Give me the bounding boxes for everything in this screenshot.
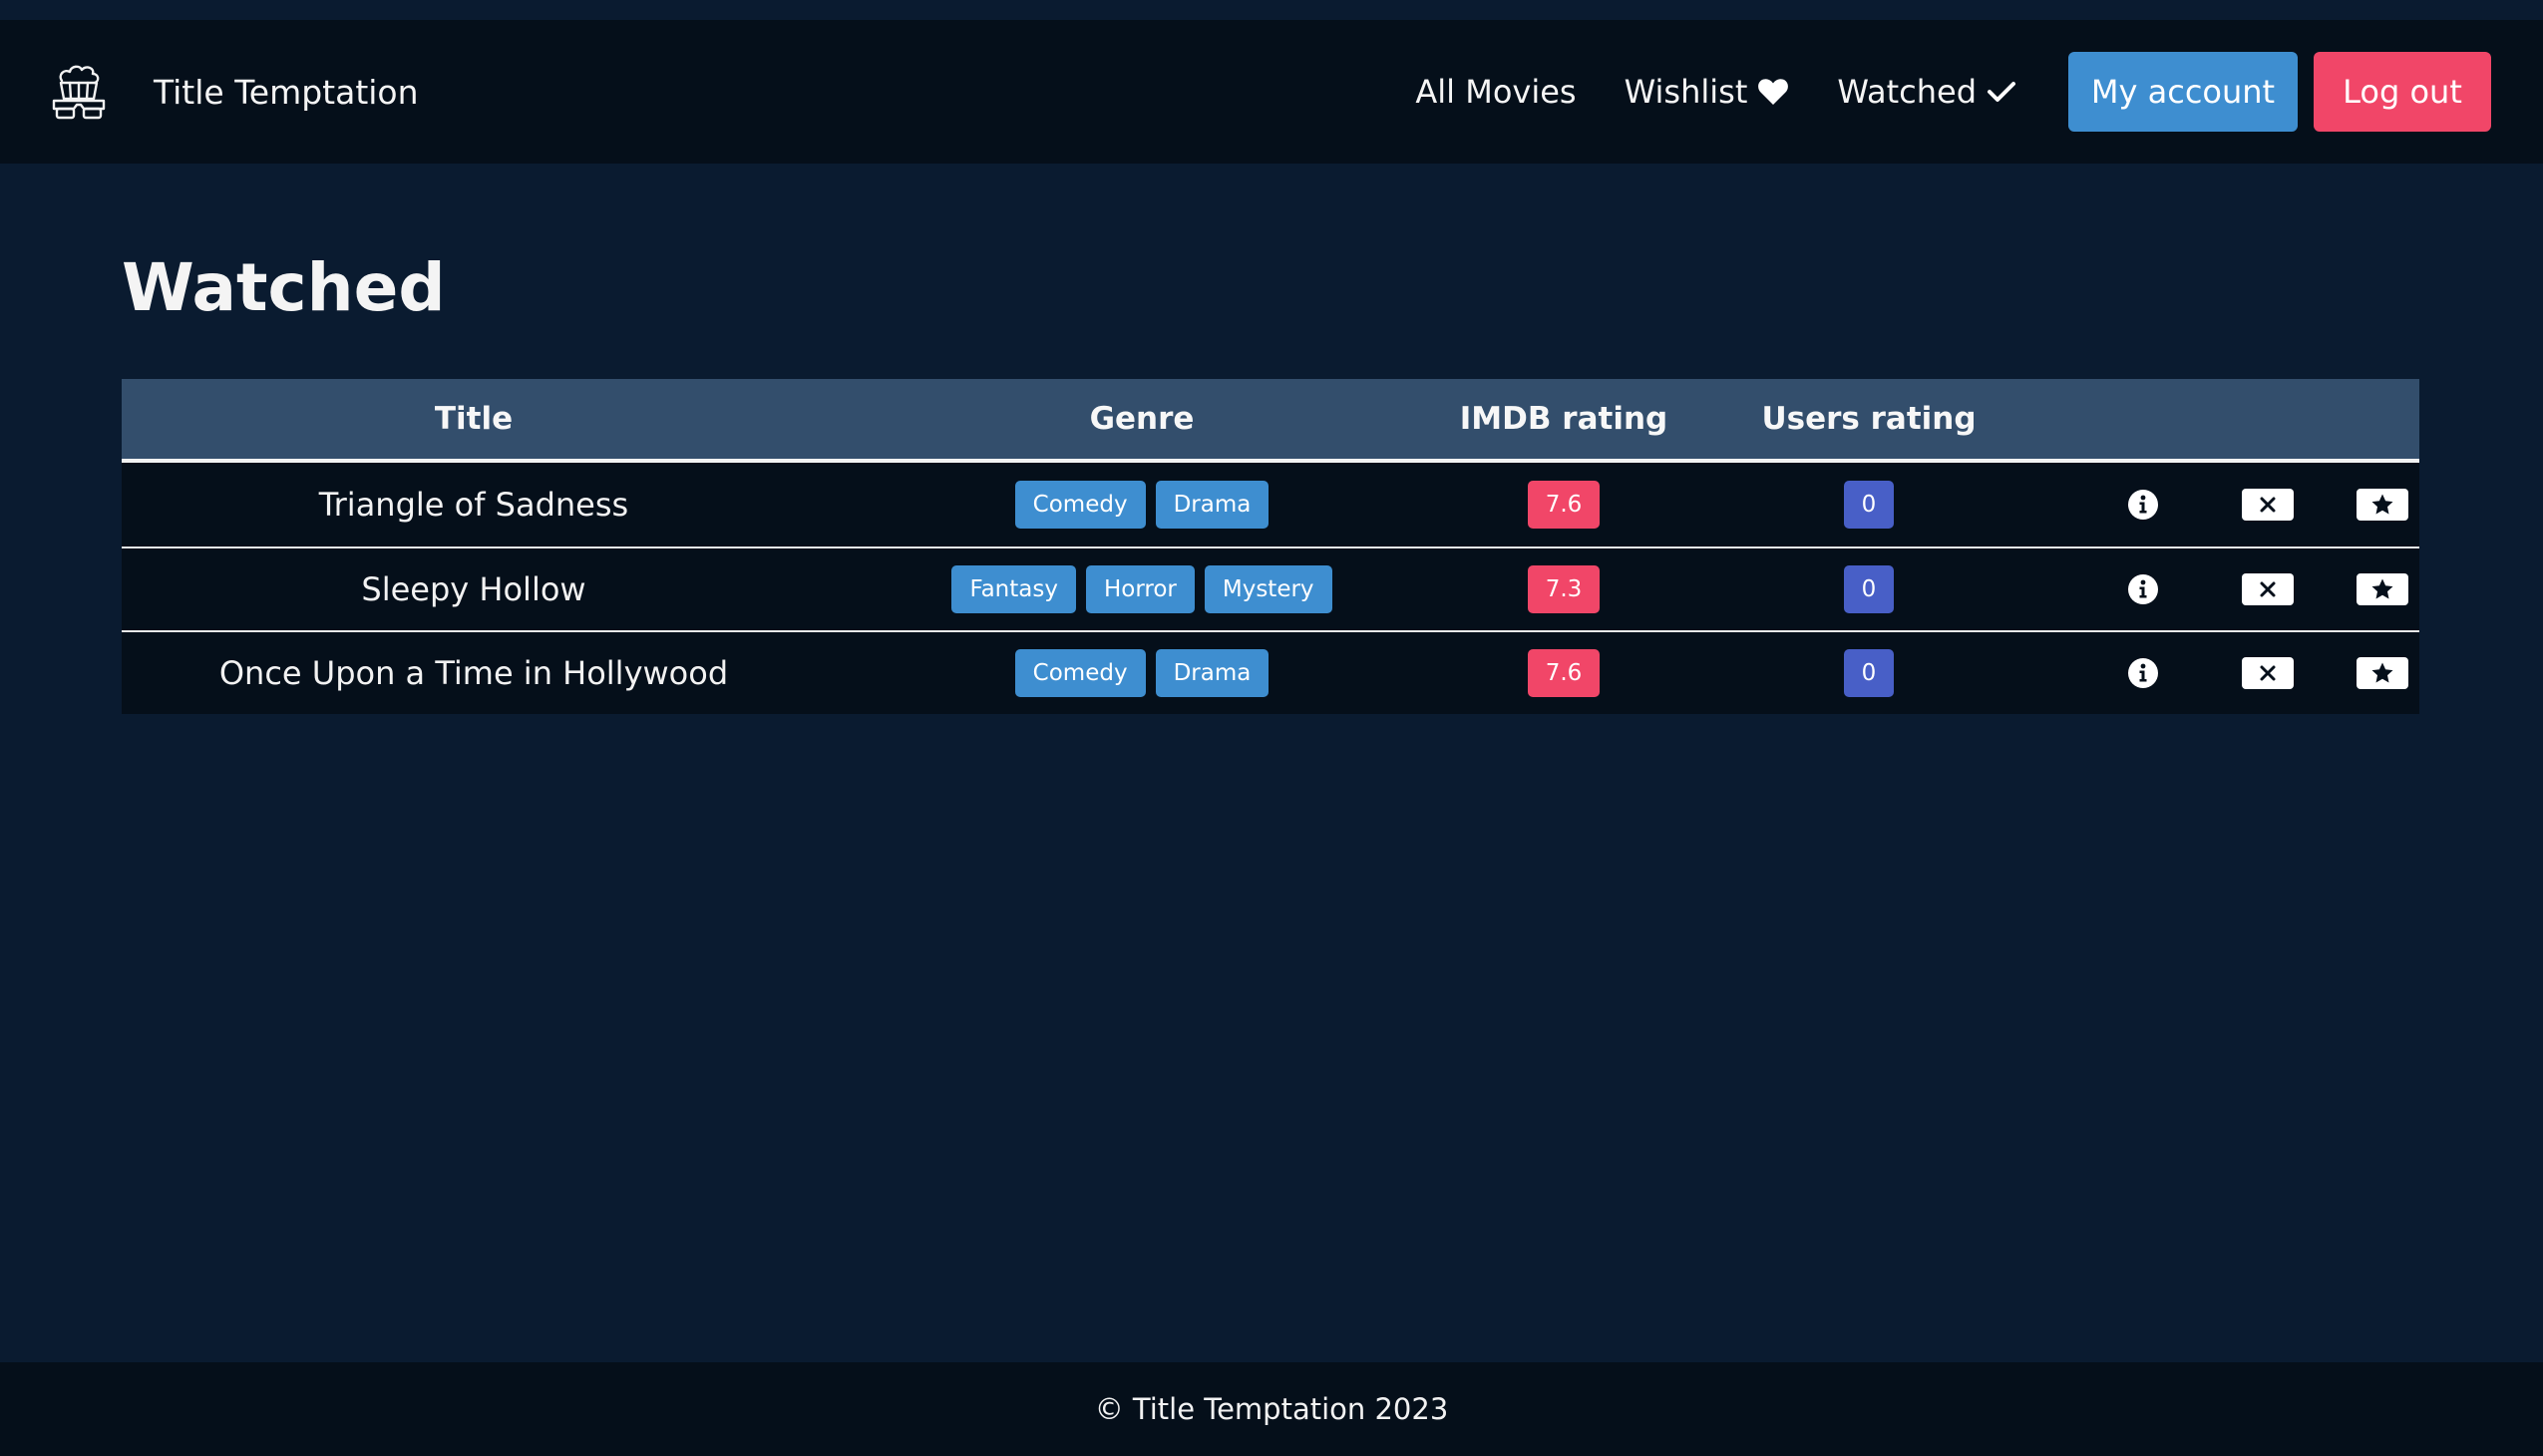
rate-button-box[interactable] — [2357, 657, 2408, 689]
info-button[interactable] — [2068, 632, 2218, 714]
check-icon — [1988, 82, 2015, 102]
navbar: Title Temptation All Movies Wishlist Wat… — [0, 20, 2543, 164]
genre-tag: Comedy — [1014, 481, 1146, 529]
table-row: Once Upon a Time in Hollywood Comedy Dra… — [122, 630, 2419, 714]
movie-title: Triangle of Sadness — [318, 486, 629, 524]
nav-watched[interactable]: Watched — [1837, 73, 2016, 111]
users-rating-badge: 0 — [1843, 565, 1895, 613]
users-rating-cell: 0 — [1669, 548, 2068, 630]
imdb-rating-cell: 7.6 — [1458, 632, 1669, 714]
remove-button-box[interactable] — [2242, 489, 2294, 521]
star-icon — [2371, 494, 2393, 515]
imdb-rating-cell: 7.3 — [1458, 548, 1669, 630]
genre-tag: Fantasy — [951, 565, 1076, 613]
nav-links: All Movies Wishlist Watched My account L… — [1415, 52, 2543, 132]
popcorn-3d-glasses-icon — [52, 65, 106, 120]
imdb-rating-badge: 7.6 — [1527, 481, 1601, 529]
brand-title: Title Temptation — [154, 72, 419, 112]
nav-all-movies[interactable]: All Movies — [1415, 73, 1576, 111]
imdb-rating-badge: 7.3 — [1527, 565, 1601, 613]
star-icon — [2371, 578, 2393, 599]
genre-tag: Drama — [1155, 481, 1270, 529]
info-circle-icon — [2128, 658, 2158, 688]
page-title: Watched — [122, 249, 446, 326]
footer: © Title Temptation 2023 — [0, 1362, 2543, 1456]
genre-tags: Comedy Drama — [826, 463, 1458, 546]
info-circle-icon — [2128, 574, 2158, 604]
close-icon — [2260, 581, 2276, 597]
table-header: Title Genre IMDB rating Users rating — [122, 379, 2419, 463]
movie-title: Once Upon a Time in Hollywood — [218, 654, 729, 692]
rate-button[interactable] — [2318, 463, 2447, 546]
header-genre: Genre — [1089, 401, 1195, 437]
watched-table: Title Genre IMDB rating Users rating Tri… — [122, 379, 2419, 714]
info-button[interactable] — [2068, 548, 2218, 630]
remove-button[interactable] — [2208, 463, 2328, 546]
nav-wishlist-label: Wishlist — [1624, 73, 1748, 111]
nav-wishlist[interactable]: Wishlist — [1625, 73, 1790, 111]
heart-icon — [1758, 79, 1789, 105]
star-icon — [2371, 662, 2393, 683]
table-row: Sleepy Hollow Fantasy Horror Mystery 7.3… — [122, 546, 2419, 630]
info-button[interactable] — [2068, 463, 2218, 546]
users-rating-cell: 0 — [1669, 463, 2068, 546]
close-icon — [2260, 665, 2276, 681]
nav-watched-label: Watched — [1837, 73, 1977, 111]
rate-button[interactable] — [2318, 632, 2447, 714]
rate-button[interactable] — [2318, 548, 2447, 630]
genre-tag: Drama — [1155, 649, 1270, 697]
users-rating-cell: 0 — [1669, 632, 2068, 714]
imdb-rating-cell: 7.6 — [1458, 463, 1669, 546]
nav-all-movies-label: All Movies — [1415, 73, 1577, 111]
close-icon — [2260, 497, 2276, 513]
users-rating-badge: 0 — [1843, 481, 1895, 529]
genre-tag: Comedy — [1014, 649, 1146, 697]
table-row: Triangle of Sadness Comedy Drama 7.6 0 — [122, 463, 2419, 546]
header-users-rating: Users rating — [1761, 401, 1977, 437]
log-out-button[interactable]: Log out — [2314, 52, 2491, 132]
rate-button-box[interactable] — [2357, 489, 2408, 521]
users-rating-badge: 0 — [1843, 649, 1895, 697]
genre-tags: Comedy Drama — [826, 632, 1458, 714]
genre-tag: Horror — [1085, 565, 1195, 613]
remove-button[interactable] — [2208, 548, 2328, 630]
remove-button-box[interactable] — [2242, 657, 2294, 689]
header-title: Title — [434, 401, 514, 437]
rate-button-box[interactable] — [2357, 573, 2408, 605]
remove-button-box[interactable] — [2242, 573, 2294, 605]
footer-copyright: © Title Temptation 2023 — [1094, 1392, 1449, 1426]
imdb-rating-badge: 7.6 — [1527, 649, 1601, 697]
header-imdb-rating: IMDB rating — [1459, 401, 1668, 437]
genre-tag: Mystery — [1204, 565, 1332, 613]
my-account-button[interactable]: My account — [2068, 52, 2298, 132]
brand[interactable]: Title Temptation — [48, 61, 419, 123]
info-circle-icon — [2128, 490, 2158, 520]
remove-button[interactable] — [2208, 632, 2328, 714]
movie-title: Sleepy Hollow — [361, 570, 586, 608]
genre-tags: Fantasy Horror Mystery — [826, 548, 1458, 630]
